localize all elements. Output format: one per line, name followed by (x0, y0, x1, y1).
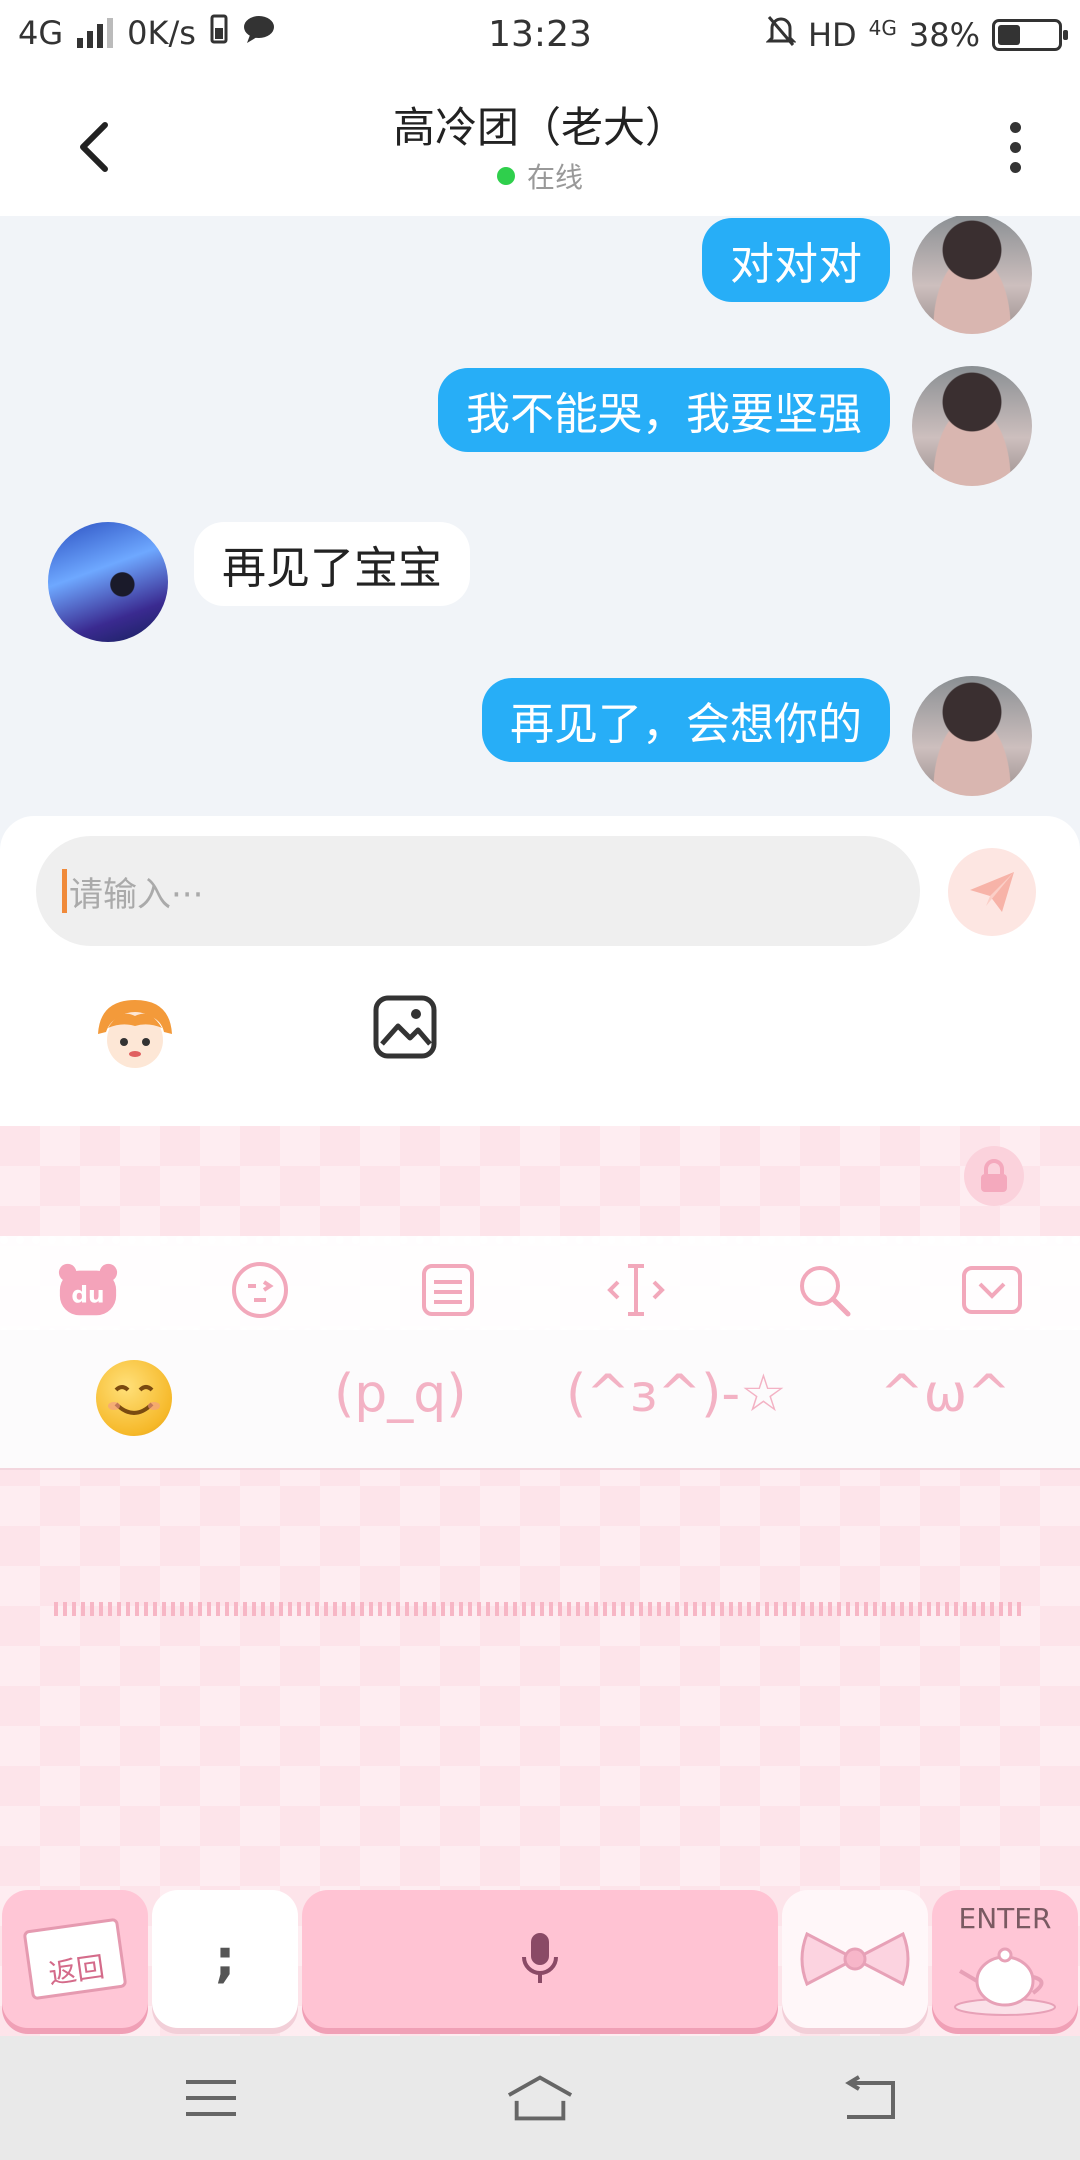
search-button[interactable] (792, 1258, 856, 1322)
candidate-item[interactable]: (^ɜ^)-☆ (566, 1364, 787, 1424)
hd-label: HD (807, 16, 857, 54)
search-icon (800, 1266, 851, 1317)
my-avatar[interactable] (912, 366, 1032, 486)
decorative-divider (54, 1602, 1024, 1616)
mute-bell-icon (765, 14, 797, 56)
back-key-label: 返回 (46, 1950, 107, 1991)
emoticon-button[interactable] (228, 1258, 292, 1322)
punctuation-key-label: ; (214, 1929, 236, 1989)
message-row: 对对对 (702, 218, 890, 302)
menu-icon (186, 2080, 236, 2116)
message-input[interactable]: 请输入··· (36, 836, 920, 946)
message-bubble[interactable]: 再见了宝宝 (194, 522, 470, 606)
online-status-label: 在线 (526, 161, 583, 194)
candidate-item[interactable]: (p_q) (334, 1364, 467, 1424)
battery-icon (992, 19, 1068, 51)
system-navigation-bar (0, 2036, 1080, 2160)
battery-percent: 38% (908, 16, 980, 54)
smiley-icon (108, 1385, 160, 1415)
sticker-button[interactable] (90, 994, 180, 1074)
keyboard-layout-icon (422, 1264, 474, 1316)
keyboard-toolbar: du (0, 1236, 1080, 1336)
recent-apps-button[interactable] (176, 2068, 246, 2128)
contact-avatar[interactable] (48, 522, 168, 642)
bottom-key-row: 返回 ; ENTER (0, 1890, 1080, 2036)
message-bubble[interactable]: 再见了，会想你的 (482, 678, 890, 762)
message-list[interactable]: 对对对 我不能哭，我要坚强 再见了宝宝 再见了，会想你的 (0, 216, 1080, 816)
bow-decoration-key[interactable] (782, 1890, 928, 2028)
lock-icon (981, 1159, 1007, 1192)
message-bubble[interactable]: 我不能哭，我要坚强 (438, 368, 890, 452)
envelope-icon: 返回 (22, 1917, 128, 2001)
svg-text:du: du (71, 1282, 104, 1309)
status-bar: 4G 0K/s 13:23 HD 4G 38% (0, 0, 1080, 72)
cursor-icon (607, 1264, 665, 1316)
du-logo-button[interactable]: du (56, 1258, 120, 1322)
message-row: 再见了，会想你的 (482, 678, 890, 762)
chat-title: 高冷团（老大） (392, 103, 687, 152)
bow-icon (800, 1931, 910, 1987)
punctuation-key[interactable]: ; (152, 1890, 298, 2028)
cartoon-face-icon (98, 1000, 172, 1068)
return-arrow-icon (845, 2075, 895, 2119)
send-button[interactable] (948, 848, 1036, 936)
online-dot-icon (496, 167, 515, 185)
image-picker-button[interactable] (372, 994, 438, 1060)
input-panel: 请输入··· (0, 816, 1080, 1126)
collapse-keyboard-button[interactable] (960, 1258, 1024, 1322)
microphone-icon (522, 1933, 558, 1983)
home-button[interactable] (505, 2068, 575, 2128)
message-bubble[interactable]: 对对对 (702, 218, 890, 302)
home-icon (507, 2075, 573, 2121)
more-options-button[interactable] (990, 112, 1040, 182)
keyboard: du (p_q) (^ɜ^)-☆ ^ω^ 返回 ; ENTER (0, 1126, 1080, 2036)
smiley-emoji-candidate[interactable] (96, 1360, 172, 1436)
candidate-item[interactable]: ^ω^ (880, 1364, 1011, 1424)
my-avatar[interactable] (912, 676, 1032, 796)
back-nav-button[interactable] (834, 2068, 904, 2128)
network-type-right: 4G (868, 16, 897, 40)
online-status: 在线 (0, 156, 1080, 196)
image-icon (373, 995, 437, 1059)
lock-button[interactable] (964, 1146, 1024, 1206)
emoticon-icon (232, 1262, 288, 1318)
back-key[interactable]: 返回 (2, 1890, 148, 2028)
teapot-icon (954, 1947, 1056, 2016)
candidate-bar: (p_q) (^ɜ^)-☆ ^ω^ (0, 1330, 1080, 1470)
collapse-icon (962, 1266, 1022, 1314)
keyboard-layout-button[interactable] (416, 1258, 480, 1322)
message-row: 再见了宝宝 (194, 522, 470, 606)
my-avatar[interactable] (912, 216, 1032, 334)
message-row: 我不能哭，我要坚强 (438, 368, 890, 452)
text-caret (62, 869, 67, 913)
du-logo-icon: du (58, 1263, 118, 1316)
voice-key[interactable] (302, 1890, 778, 2028)
cursor-button[interactable] (604, 1258, 668, 1322)
chat-header: 高冷团（老大） 在线 (0, 72, 1080, 216)
paper-plane-icon (970, 872, 1014, 912)
enter-key[interactable]: ENTER (932, 1890, 1078, 2028)
enter-key-label: ENTER (958, 1901, 1052, 1935)
input-placeholder: 请输入··· (69, 874, 204, 915)
